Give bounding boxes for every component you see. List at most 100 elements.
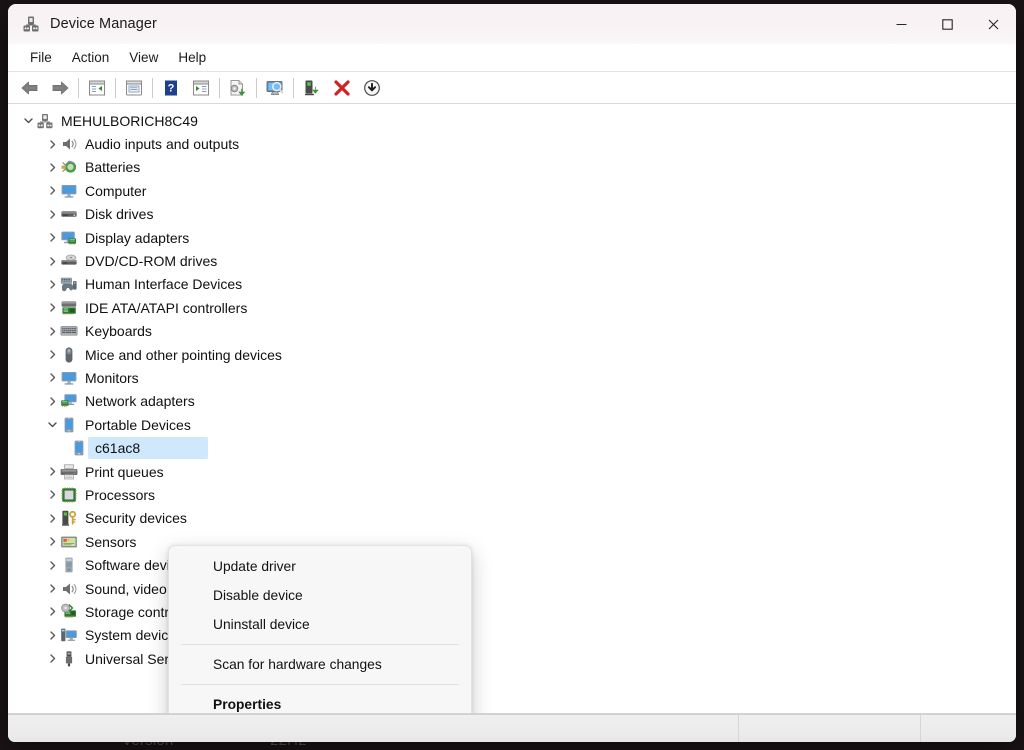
tree-root-node[interactable]: MEHULBORICH8C49: [8, 109, 1016, 132]
tree-item-audio-inputs-and-outputs[interactable]: Audio inputs and outputs: [8, 132, 1016, 155]
tree-item-storage-controllers[interactable]: Storage controllers: [8, 600, 1016, 623]
back-arrow-icon[interactable]: [15, 75, 45, 101]
chevron-right-icon[interactable]: [44, 393, 60, 409]
close-icon[interactable]: [970, 4, 1016, 44]
tree-item-disk-drives[interactable]: Disk drives: [8, 203, 1016, 226]
chevron-right-icon[interactable]: [44, 183, 60, 199]
chevron-right-icon[interactable]: [44, 323, 60, 339]
chevron-right-icon[interactable]: [44, 581, 60, 597]
tree-item-ide-ata-atapi-controllers[interactable]: IDE ATA/ATAPI controllers: [8, 296, 1016, 319]
uninstall-device-icon[interactable]: [327, 75, 357, 101]
enable-device-icon[interactable]: [297, 75, 327, 101]
menu-bar: File Action View Help: [8, 44, 1016, 72]
chevron-right-icon[interactable]: [44, 464, 60, 480]
tree-item-sensors[interactable]: Sensors: [8, 530, 1016, 553]
tree-item-human-interface-devices[interactable]: Human Interface Devices: [8, 273, 1016, 296]
tree-item-system-devices[interactable]: System devices: [8, 624, 1016, 647]
scan-for-hardware-changes-icon[interactable]: [260, 75, 290, 101]
tree-item-label: Computer: [85, 182, 147, 199]
storage-controller-icon: [60, 603, 78, 621]
show-hide-console-tree-icon[interactable]: [82, 75, 112, 101]
chevron-right-icon[interactable]: [44, 136, 60, 152]
tree-item-sound-video-and-game-controllers[interactable]: Sound, video and game controllers: [8, 577, 1016, 600]
context-menu-item-uninstall-device[interactable]: Uninstall device: [169, 610, 471, 639]
context-menu-item-disable-device[interactable]: Disable device: [169, 581, 471, 610]
usb-icon: [60, 650, 78, 668]
chevron-right-icon[interactable]: [44, 159, 60, 175]
context-menu[interactable]: Update driver Disable device Uninstall d…: [168, 545, 472, 713]
tree-item-network-adapters[interactable]: Network adapters: [8, 390, 1016, 413]
tree-item-portable-devices[interactable]: Portable Devices: [8, 413, 1016, 436]
menu-action[interactable]: Action: [62, 47, 120, 68]
tree-item-dvd-cd-rom-drives[interactable]: DVD/CD-ROM drives: [8, 249, 1016, 272]
properties-icon[interactable]: [119, 75, 149, 101]
chevron-right-icon[interactable]: [44, 557, 60, 573]
tree-item-universal-serial-bus-controllers[interactable]: Universal Serial Bus controllers: [8, 647, 1016, 670]
tree-item-label: c61ac8: [95, 440, 141, 457]
tree-item-display-adapters[interactable]: Display adapters: [8, 226, 1016, 249]
chevron-right-icon[interactable]: [44, 370, 60, 386]
tree-item-security-devices[interactable]: Security devices: [8, 507, 1016, 530]
chevron-right-icon[interactable]: [44, 253, 60, 269]
update-driver-icon[interactable]: [223, 75, 253, 101]
context-menu-item-properties[interactable]: Properties: [169, 690, 471, 713]
chevron-right-icon[interactable]: [44, 534, 60, 550]
tree-item-monitors[interactable]: Monitors: [8, 366, 1016, 389]
chevron-right-icon[interactable]: [44, 487, 60, 503]
context-menu-item-update-driver[interactable]: Update driver: [169, 552, 471, 581]
printer-icon: [60, 463, 78, 481]
chevron-right-icon[interactable]: [44, 510, 60, 526]
status-bar-cell-b: [738, 715, 920, 742]
chevron-right-icon[interactable]: [44, 276, 60, 292]
maximize-icon[interactable]: [924, 4, 970, 44]
forward-arrow-icon[interactable]: [45, 75, 75, 101]
help-icon[interactable]: ?: [156, 75, 186, 101]
disable-device-icon[interactable]: [357, 75, 387, 101]
tree-item-software-devices[interactable]: Software devices: [8, 553, 1016, 576]
ide-controller-icon: [60, 299, 78, 317]
chevron-right-icon[interactable]: [44, 604, 60, 620]
tree-item-label: DVD/CD-ROM drives: [85, 253, 218, 270]
tree-item-label: IDE ATA/ATAPI controllers: [85, 299, 248, 316]
menu-view[interactable]: View: [119, 47, 168, 68]
show-hide-action-pane-icon[interactable]: [186, 75, 216, 101]
chevron-down-icon[interactable]: [20, 113, 36, 129]
speaker-icon: [60, 135, 78, 153]
chevron-right-icon[interactable]: [44, 300, 60, 316]
menu-help[interactable]: Help: [168, 47, 216, 68]
monitor-icon: [60, 369, 78, 387]
minimize-icon[interactable]: [878, 4, 924, 44]
device-tree-pane[interactable]: MEHULBORICH8C49 Audio inputs and outputs: [8, 104, 1016, 714]
toolbar-separator: [78, 77, 79, 98]
toolbar-separator: [115, 77, 116, 98]
chevron-right-icon[interactable]: [44, 347, 60, 363]
tree-item-label: Print queues: [85, 463, 164, 480]
tree-item-mice-and-other-pointing-devices[interactable]: Mice and other pointing devices: [8, 343, 1016, 366]
toolbar-separator: [219, 77, 220, 98]
tree-item-label: Monitors: [85, 369, 139, 386]
chevron-right-icon[interactable]: [44, 627, 60, 643]
tree-item-c61ac8[interactable]: c61ac8: [8, 436, 1016, 459]
tree-item-processors[interactable]: Processors: [8, 483, 1016, 506]
chevron-down-icon[interactable]: [44, 417, 60, 433]
chevron-right-icon[interactable]: [44, 206, 60, 222]
tree-item-computer[interactable]: Computer: [8, 179, 1016, 202]
portable-device-icon: [60, 416, 78, 434]
tree-item-keyboards[interactable]: Keyboards: [8, 320, 1016, 343]
window-controls: [878, 4, 1016, 44]
tree-item-label: Sensors: [85, 533, 137, 550]
chevron-right-icon[interactable]: [44, 651, 60, 667]
context-menu-item-scan-for-hardware-changes[interactable]: Scan for hardware changes: [169, 650, 471, 679]
menu-file[interactable]: File: [20, 47, 62, 68]
tree-item-batteries[interactable]: Batteries: [8, 156, 1016, 179]
tree-item-print-queues[interactable]: Print queues: [8, 460, 1016, 483]
chevron-right-icon[interactable]: [44, 230, 60, 246]
dvd-drive-icon: [60, 252, 78, 270]
software-device-icon: [60, 556, 78, 574]
monitor-icon: [60, 182, 78, 200]
status-bar-main: [8, 715, 738, 742]
network-adapter-icon: [60, 392, 78, 410]
status-bar: [8, 714, 1016, 742]
sensor-icon: [60, 533, 78, 551]
svg-text:?: ?: [168, 82, 175, 94]
